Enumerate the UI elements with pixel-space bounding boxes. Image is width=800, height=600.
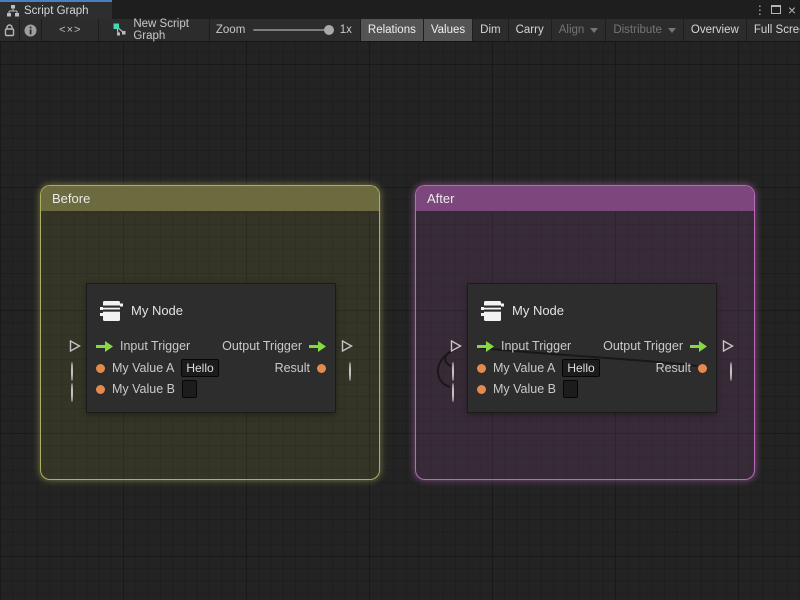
port-label: My Value A (493, 361, 555, 375)
zoom-value: 1x (340, 24, 352, 36)
port-row-value-b: My Value B (87, 379, 335, 399)
group-before-header[interactable]: Before (41, 186, 379, 211)
flow-input-port[interactable] (450, 339, 462, 357)
node-my-node-before[interactable]: My Node Input Trigger Output Trigger (86, 283, 336, 413)
align-dropdown[interactable]: Align (552, 19, 607, 41)
menu-kebab-icon[interactable]: ⋮ (754, 3, 764, 17)
value-b-input[interactable] (563, 380, 578, 398)
value-port-dot-icon (477, 364, 486, 373)
unit-node-icon (479, 299, 504, 323)
port-label: My Value B (493, 382, 556, 396)
full-screen-button[interactable]: Full Screen (747, 19, 800, 41)
port-label: My Value B (112, 382, 175, 396)
title-bar: Script Graph ⋮ × (0, 0, 800, 19)
values-toggle[interactable]: Values (424, 19, 473, 41)
group-title: After (427, 191, 454, 206)
lock-button[interactable] (0, 19, 20, 41)
port-row-value-a: My Value A Hello Result (468, 358, 716, 378)
relations-toggle[interactable]: Relations (361, 19, 424, 41)
graph-hierarchy-icon (7, 5, 19, 17)
port-label: Result (275, 361, 310, 375)
chevron-down-icon (668, 28, 676, 33)
flow-input-port[interactable] (69, 339, 81, 357)
zoom-slider[interactable] (253, 29, 331, 31)
code-preview-icon: <×> (59, 24, 81, 36)
flow-output-port[interactable] (722, 339, 734, 357)
group-after[interactable]: After My Node (415, 185, 755, 480)
port-label: Input Trigger (120, 339, 190, 353)
code-preview-button[interactable]: <×> (42, 19, 99, 41)
value-port-dot-icon (96, 364, 105, 373)
value-b-input[interactable] (182, 380, 197, 398)
port-row-trigger: Input Trigger Output Trigger (468, 336, 716, 356)
new-script-graph-icon (113, 23, 127, 37)
zoom-slider-knob[interactable] (324, 25, 334, 35)
tab-script-graph[interactable]: Script Graph (0, 0, 112, 19)
node-header: My Node (87, 284, 335, 328)
value-output-port[interactable] (730, 363, 732, 381)
node-title: My Node (131, 303, 183, 318)
value-input-port[interactable] (71, 384, 73, 402)
distribute-dropdown[interactable]: Distribute (606, 19, 684, 41)
node-my-node-after[interactable]: My Node Input Trigger Output Trigger (467, 283, 717, 413)
graph-name-label: New Script Graph (133, 18, 209, 42)
value-port-dot-icon (317, 364, 326, 373)
graph-toolbar: <×> New Script Graph Zoom 1x Relations V… (0, 19, 800, 42)
value-port-dot-icon (477, 385, 486, 394)
port-label: Output Trigger (222, 339, 302, 353)
port-label: Result (656, 361, 691, 375)
group-before[interactable]: Before My Node (40, 185, 380, 480)
value-output-port[interactable] (349, 363, 351, 381)
node-header: My Node (468, 284, 716, 328)
close-icon[interactable]: × (788, 5, 796, 15)
value-a-input[interactable]: Hello (562, 359, 599, 377)
group-after-header[interactable]: After (416, 186, 754, 211)
group-title: Before (52, 191, 90, 206)
dim-toggle[interactable]: Dim (473, 19, 508, 41)
tab-label: Script Graph (24, 5, 89, 17)
flow-arrow-icon (96, 341, 113, 352)
value-input-port[interactable] (452, 384, 454, 402)
port-label: Input Trigger (501, 339, 571, 353)
value-port-dot-icon (96, 385, 105, 394)
chevron-down-icon (590, 28, 598, 33)
port-row-trigger: Input Trigger Output Trigger (87, 336, 335, 356)
unit-node-icon (98, 299, 123, 323)
overview-button[interactable]: Overview (684, 19, 747, 41)
zoom-label: Zoom (216, 24, 245, 36)
carry-toggle[interactable]: Carry (509, 19, 552, 41)
flow-arrow-icon (690, 341, 707, 352)
port-label: Output Trigger (603, 339, 683, 353)
flow-output-port[interactable] (341, 339, 353, 357)
value-a-input[interactable]: Hello (181, 359, 218, 377)
lock-icon (4, 24, 15, 37)
info-button[interactable] (20, 19, 42, 41)
port-label: My Value A (112, 361, 174, 375)
value-input-port[interactable] (71, 363, 73, 381)
window-controls: ⋮ × (754, 0, 796, 19)
value-input-port[interactable] (452, 363, 454, 381)
zoom-control: Zoom 1x (210, 19, 361, 41)
graph-canvas[interactable]: Before My Node (0, 42, 800, 600)
graph-breadcrumb[interactable]: New Script Graph (99, 19, 210, 41)
flow-arrow-icon (309, 341, 326, 352)
value-port-dot-icon (698, 364, 707, 373)
toolbar-toggles: Relations Values Dim Carry Align Distrib… (361, 19, 800, 41)
flow-arrow-icon (477, 341, 494, 352)
info-icon (24, 24, 37, 37)
port-row-value-a: My Value A Hello Result (87, 358, 335, 378)
script-graph-window: Script Graph ⋮ × (0, 0, 800, 600)
port-row-value-b: My Value B (468, 379, 716, 399)
maximize-icon[interactable] (771, 5, 781, 14)
node-title: My Node (512, 303, 564, 318)
